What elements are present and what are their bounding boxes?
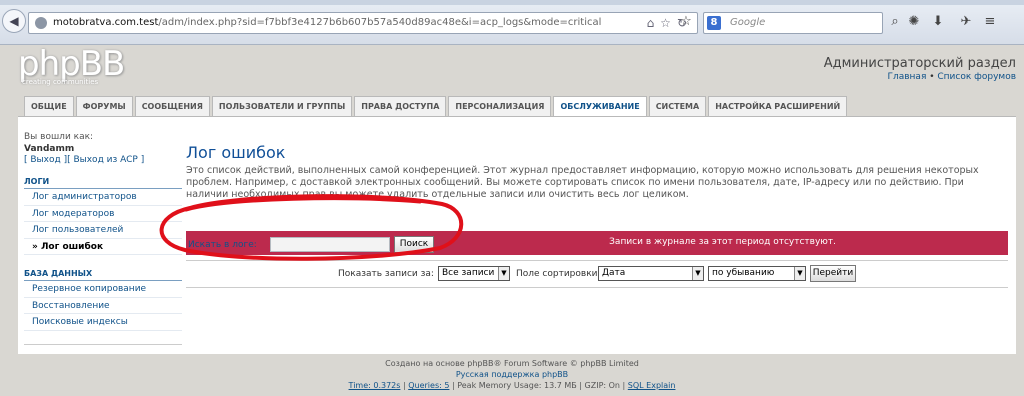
- username: Vandamm: [24, 144, 75, 154]
- search-magnifier-icon[interactable]: ⌕: [885, 12, 905, 32]
- browser-tab-strip: [0, 0, 1024, 5]
- search-button[interactable]: Поиск: [394, 236, 434, 253]
- logout-links[interactable]: [ Выход ][ Выход из ACP ]: [24, 155, 182, 165]
- tab-customise[interactable]: ПЕРСОНАЛИЗАЦИЯ: [448, 96, 552, 116]
- tab-system[interactable]: СИСТЕМА: [648, 96, 707, 116]
- sidebar-menu: Вы вошли как: Vandamm [ Выход ][ Выход и…: [24, 132, 182, 331]
- addon-icon[interactable]: ✺: [904, 12, 924, 32]
- back-button[interactable]: ◀: [2, 9, 26, 33]
- stat-gzip: GZIP: On: [584, 381, 620, 390]
- sidebar-item-admin-log[interactable]: Лог администраторов: [24, 189, 182, 206]
- search-bar[interactable]: 8 Google: [703, 12, 883, 34]
- sort-field-label: Поле сортировки:: [516, 269, 601, 279]
- bookmark-star-icon[interactable]: ☆: [676, 12, 696, 32]
- sidebar-item-restore[interactable]: Восстановление: [24, 298, 182, 314]
- sidebar-item-mod-log[interactable]: Лог модераторов: [24, 206, 182, 222]
- sidebar-item-error-log[interactable]: » Лог ошибок: [24, 239, 182, 255]
- content-area: Лог ошибок Это список действий, выполнен…: [186, 143, 1008, 288]
- sidebar-item-search-index[interactable]: Поисковые индексы: [24, 314, 182, 331]
- search-engine-icon[interactable]: 8: [707, 16, 721, 30]
- footer-credit: Создано на основе phpBB® Forum Software …: [385, 359, 639, 368]
- link-separator: •: [926, 72, 938, 82]
- chevron-down-icon: ▼: [794, 267, 805, 280]
- url-text: motobratva.com.test/adm/index.php?sid=f7…: [53, 17, 601, 28]
- browser-toolbar: ◀ motobratva.com.test/adm/index.php?sid=…: [0, 0, 1024, 45]
- search-placeholder: Google: [730, 17, 766, 28]
- stat-time[interactable]: Time: 0.372s: [349, 381, 401, 390]
- go-button[interactable]: Перейти: [810, 265, 856, 282]
- sidebar-section-logs: ЛОГИ: [24, 175, 182, 189]
- tab-general[interactable]: ОБЩИЕ: [24, 96, 74, 116]
- tab-forums[interactable]: ФОРУМЫ: [75, 96, 133, 116]
- extension-icon[interactable]: ✈: [956, 12, 976, 32]
- sort-controls: Показать записи за: Все записи ▼ Поле сор…: [186, 265, 1008, 283]
- sort-order-select[interactable]: по убыванию ▼: [708, 266, 806, 281]
- main-panel: Вы вошли как: Vandamm [ Выход ][ Выход и…: [18, 117, 1016, 354]
- header-links: Главная • Список форумов: [887, 72, 1016, 82]
- period-select-value: Все записи: [442, 268, 495, 278]
- back-arrow-icon: ◀: [9, 14, 19, 28]
- show-period-label: Показать записи за:: [338, 269, 434, 279]
- stat-queries[interactable]: Queries: 5: [408, 381, 449, 390]
- url-path: /adm/index.php?sid=f7bbf3e4127b6b607b57a…: [158, 17, 602, 28]
- chevron-down-icon: ▼: [498, 267, 509, 280]
- sidebar-item-backup[interactable]: Резервное копирование: [24, 281, 182, 298]
- phpbb-logo[interactable]: phpBB creating communities: [18, 44, 128, 92]
- acp-tabs: ОБЩИЕ ФОРУМЫ СООБЩЕНИЯ ПОЛЬЗОВАТЕЛИ И ГР…: [24, 96, 848, 117]
- sort-order-value: по убыванию: [712, 268, 775, 278]
- download-icon[interactable]: ⬇: [928, 12, 948, 32]
- period-select[interactable]: Все записи ▼: [438, 266, 510, 281]
- sidebar-bottom-border: [24, 344, 182, 345]
- menu-icon[interactable]: ≡: [980, 12, 1000, 32]
- sort-field-select[interactable]: Дата ▼: [598, 266, 704, 281]
- tab-users-groups[interactable]: ПОЛЬЗОВАТЕЛИ И ГРУППЫ: [211, 96, 353, 116]
- sidebar-section-database: БАЗА ДАННЫХ: [24, 267, 182, 281]
- globe-icon: [35, 17, 47, 29]
- forums-list-link[interactable]: Список форумов: [937, 72, 1016, 82]
- divider: [186, 287, 1008, 288]
- logo-subtitle: creating communities: [22, 78, 99, 86]
- footer-russian-support[interactable]: Русская поддержка phpBB: [0, 369, 1024, 380]
- footer-stats: Time: 0.372s | Queries: 5 | Peak Memory …: [348, 381, 676, 390]
- sidebar-item-user-log[interactable]: Лог пользователей: [24, 222, 182, 239]
- home-link[interactable]: Главная: [887, 72, 926, 82]
- chevron-down-icon: ▼: [692, 267, 703, 280]
- sort-field-value: Дата: [602, 268, 626, 278]
- page-description: Это список действий, выполненных самой к…: [186, 165, 979, 200]
- filter-label: Искать в логе:: [188, 240, 257, 250]
- url-host: motobratva.com.test: [53, 17, 159, 28]
- admin-panel-title: Администраторский раздел: [823, 56, 1016, 71]
- tab-permissions[interactable]: ПРАВА ДОСТУПА: [354, 96, 447, 116]
- log-search-input[interactable]: [270, 237, 390, 252]
- page-footer: Создано на основе phpBB® Forum Software …: [0, 358, 1024, 391]
- address-bar[interactable]: motobratva.com.test/adm/index.php?sid=f7…: [28, 12, 698, 34]
- stat-memory: Peak Memory Usage: 13.7 МБ: [457, 381, 577, 390]
- tab-maintenance[interactable]: ОБСЛУЖИВАНИЕ: [553, 96, 647, 117]
- page-title: Лог ошибок: [186, 143, 286, 162]
- sql-explain-link[interactable]: SQL Explain: [628, 381, 676, 390]
- log-filter-row: Искать в логе: Поиск: [186, 233, 1008, 257]
- divider: [186, 260, 1008, 261]
- logged-in-label: Вы вошли как:: [24, 132, 94, 142]
- tab-extensions[interactable]: НАСТРОЙКА РАСШИРЕНИЙ: [708, 96, 848, 116]
- tab-posting[interactable]: СООБЩЕНИЯ: [134, 96, 210, 116]
